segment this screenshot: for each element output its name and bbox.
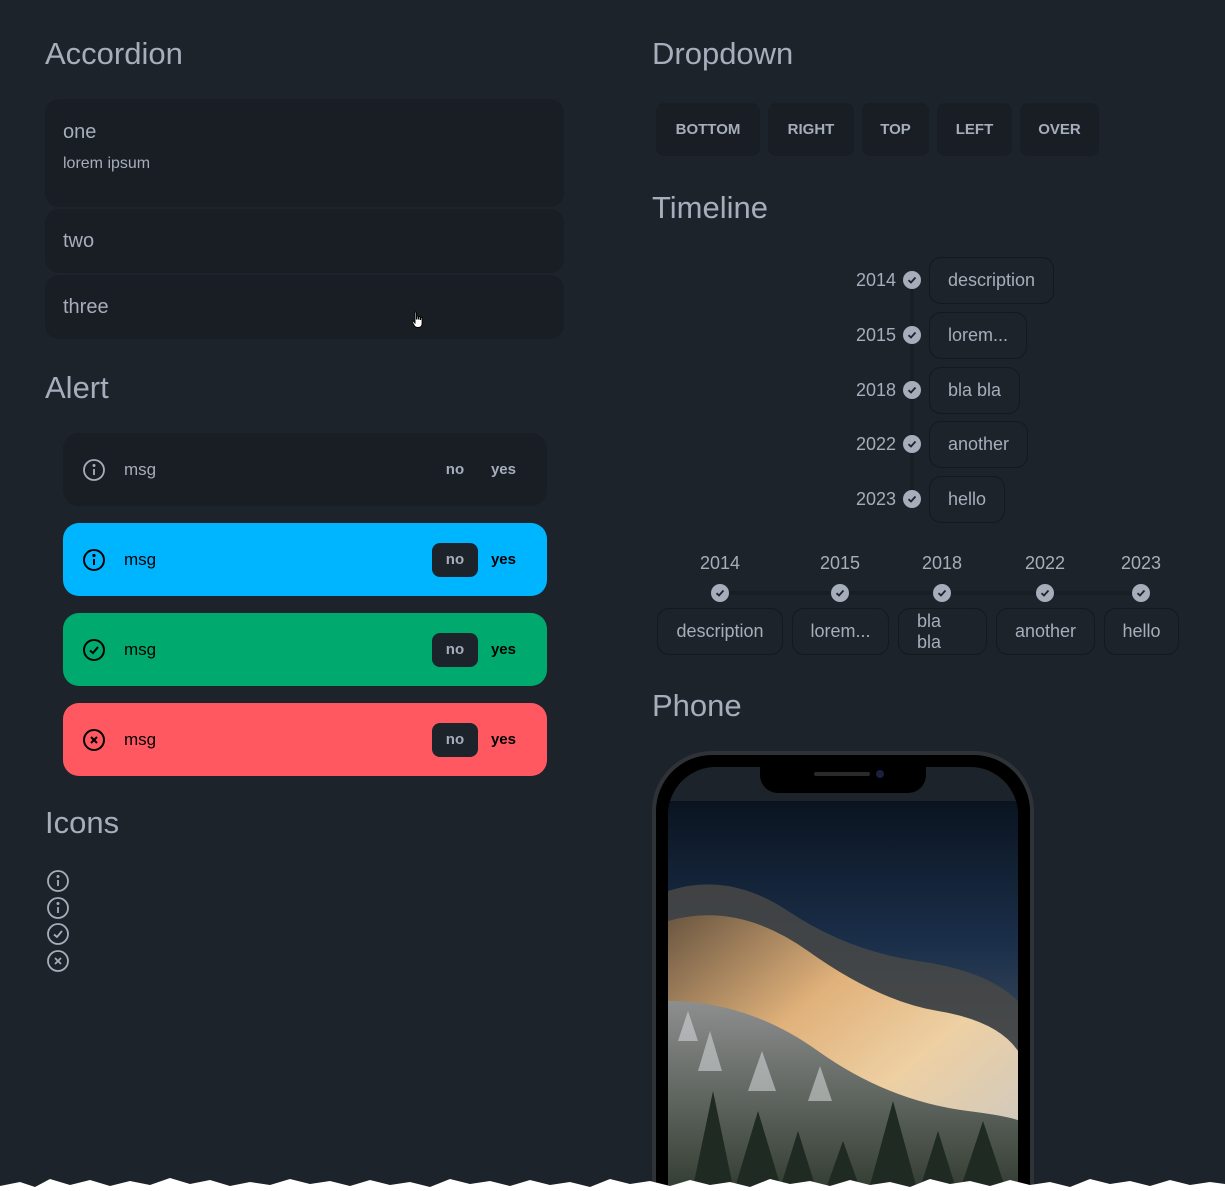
- alert-message: msg: [124, 459, 157, 479]
- accordion-item-one[interactable]: one lorem ipsum: [45, 99, 564, 207]
- check-circle-icon: [711, 584, 729, 602]
- timeline-event: 2022 another: [846, 420, 1029, 468]
- timeline-event: 2023 hello: [846, 475, 1006, 523]
- timeline-box: description: [929, 256, 1055, 304]
- x-circle-icon: [81, 727, 107, 753]
- no-button[interactable]: no: [432, 453, 478, 487]
- info-icon: [47, 896, 69, 919]
- yes-button[interactable]: yes: [478, 543, 529, 577]
- check-circle-icon: [47, 923, 69, 945]
- phone-speaker: [814, 772, 870, 776]
- info-icon: [81, 457, 107, 483]
- phone-heading: Phone: [652, 688, 742, 723]
- timeline-year: 2023: [1120, 553, 1162, 573]
- dropdown-left-button[interactable]: LEFT: [937, 103, 1012, 156]
- timeline-box: lorem...: [792, 608, 889, 655]
- accordion-item-title: three: [63, 295, 109, 318]
- torn-edge: [0, 1178, 1225, 1191]
- check-circle-icon: [903, 326, 921, 344]
- timeline-box: hello: [929, 475, 1006, 523]
- timeline-event: 2015 lorem...: [846, 311, 1028, 359]
- yes-button[interactable]: yes: [478, 453, 529, 487]
- alert-message: msg: [124, 549, 157, 569]
- no-button[interactable]: no: [431, 632, 478, 667]
- timeline-year: 2014: [855, 269, 896, 290]
- info-icon: [47, 870, 69, 892]
- check-circle-icon: [81, 637, 107, 663]
- dropdown-bottom-button[interactable]: BOTTOM: [656, 103, 760, 156]
- timeline-year: 2014: [699, 553, 741, 573]
- dropdown-button-row: BOTTOM RIGHT TOP LEFT OVER: [656, 103, 1099, 156]
- check-circle-icon: [831, 584, 849, 602]
- x-circle-icon: [47, 949, 69, 972]
- dropdown-heading: Dropdown: [652, 36, 794, 71]
- icons-heading: Icons: [45, 805, 120, 840]
- dropdown-top-button[interactable]: TOP: [862, 103, 929, 156]
- timeline-box: bla bla: [898, 608, 987, 655]
- alert-error: msg no yes: [63, 703, 547, 776]
- timeline-heading: Timeline: [652, 190, 768, 225]
- check-circle-icon: [1036, 584, 1054, 602]
- timeline-box: hello: [1104, 608, 1179, 655]
- timeline-horizontal-line: [720, 591, 1141, 595]
- phone-camera: [876, 770, 884, 778]
- accordion-item-two[interactable]: two: [45, 209, 564, 273]
- timeline-year: 2015: [855, 324, 896, 345]
- timeline-year: 2018: [855, 379, 896, 400]
- accordion: one lorem ipsum two three: [45, 99, 564, 341]
- timeline-box: description: [657, 608, 783, 655]
- timeline-event: 2018 bla bla: [846, 366, 1021, 414]
- info-icon: [81, 547, 107, 573]
- accordion-item-title: one: [63, 121, 97, 143]
- timeline-box: another: [929, 420, 1029, 468]
- alert-info: msg no yes: [63, 523, 547, 596]
- timeline-event: 2014 description: [846, 256, 1055, 304]
- timeline-year: 2022: [855, 433, 896, 454]
- yes-button[interactable]: yes: [478, 633, 529, 667]
- check-circle-icon: [1132, 584, 1150, 602]
- phone-notch: [760, 767, 926, 793]
- timeline-year: 2022: [1024, 553, 1066, 573]
- alert-message: msg: [124, 729, 157, 749]
- check-circle-icon: [903, 381, 921, 399]
- accordion-heading: Accordion: [45, 36, 183, 71]
- phone-wallpaper: [668, 801, 1018, 1191]
- phone-screen: [668, 767, 1018, 1191]
- yes-button[interactable]: yes: [478, 723, 529, 757]
- timeline-year: 2015: [819, 553, 861, 573]
- accordion-item-content: lorem ipsum: [63, 155, 151, 172]
- hand-cursor-icon: [411, 311, 423, 328]
- timeline-box: bla bla: [929, 366, 1021, 414]
- timeline-year: 2023: [855, 488, 896, 509]
- dropdown-over-button[interactable]: OVER: [1020, 103, 1099, 156]
- check-circle-icon: [903, 271, 921, 289]
- check-circle-icon: [903, 490, 921, 508]
- accordion-item-title: two: [63, 229, 95, 252]
- icons-list: [46, 869, 70, 975]
- alert-message: msg: [124, 639, 157, 659]
- check-circle-icon: [933, 584, 951, 602]
- no-button[interactable]: no: [431, 542, 478, 577]
- alert-heading: Alert: [45, 370, 109, 405]
- dropdown-right-button[interactable]: RIGHT: [768, 103, 854, 156]
- alert-default: msg no yes: [63, 433, 547, 506]
- alert-success: msg no yes: [63, 613, 547, 686]
- timeline-year: 2018: [921, 553, 963, 573]
- timeline-box: another: [996, 608, 1095, 655]
- accordion-item-three[interactable]: three: [45, 275, 564, 339]
- phone-mockup: [652, 751, 1034, 1191]
- no-button[interactable]: no: [431, 722, 478, 757]
- check-circle-icon: [903, 435, 921, 453]
- timeline-box: lorem...: [929, 311, 1028, 359]
